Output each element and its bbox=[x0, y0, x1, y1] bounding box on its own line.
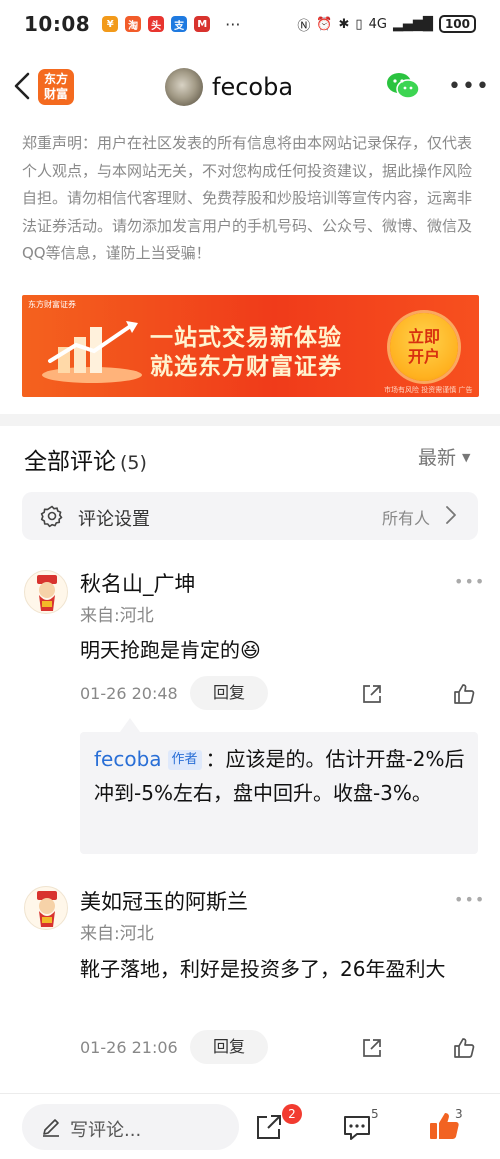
fortune-god-avatar-icon bbox=[37, 575, 57, 611]
like-icon[interactable] bbox=[452, 1036, 476, 1060]
app-notification-icon: 淘 bbox=[125, 16, 142, 32]
sort-dropdown[interactable]: 最新 ▼ bbox=[418, 443, 470, 470]
open-account-button[interactable]: 立即 开户 bbox=[390, 313, 458, 381]
banner-brand: 东方财富证券 bbox=[28, 300, 76, 309]
banner-risk-note: 市场有风险 投资需谨慎 广告 bbox=[384, 386, 473, 394]
bottom-action-bar: 写评论... 2 5 3 bbox=[0, 1093, 500, 1159]
logo-text-bottom: 财富 bbox=[43, 87, 68, 101]
like-count: 3 bbox=[455, 1107, 463, 1121]
reply-button[interactable]: 回复 bbox=[190, 1030, 268, 1064]
share-count-badge: 2 bbox=[282, 1104, 302, 1124]
commenter-avatar[interactable] bbox=[24, 570, 68, 614]
banner-subheadline: 就选东方财富证券 bbox=[150, 354, 342, 380]
signal-icon: ▂▄▆█ bbox=[392, 16, 433, 32]
pen-icon bbox=[43, 1119, 59, 1137]
commenter-avatar[interactable] bbox=[24, 886, 68, 930]
reply-button[interactable]: 回复 bbox=[190, 676, 268, 710]
network-type: 4G bbox=[368, 16, 387, 32]
more-options-icon[interactable]: ••• bbox=[448, 74, 490, 99]
status-bar: 10:08 ¥ 淘 头 支 M ··· Ⓝ ⏰ ✱ ▯ 4G ▂▄▆█ 100 bbox=[0, 0, 500, 48]
reply-content: fecoba 作者 ：应该是的。估计开盘-2%后冲到-5%左右，盘中回升。收盘-3%… bbox=[94, 742, 466, 810]
comment-settings-label: 评论设置 bbox=[78, 509, 150, 530]
like-icon[interactable] bbox=[452, 682, 476, 706]
app-notification-icon: 支 bbox=[171, 16, 188, 32]
cta-text-bottom: 开户 bbox=[407, 347, 440, 366]
comment-time: 01-26 20:48 bbox=[80, 684, 178, 703]
app-notification-icon: ¥ bbox=[102, 16, 119, 32]
author-reply[interactable]: fecoba 作者 ：应该是的。估计开盘-2%后冲到-5%左右，盘中回升。收盘-3%… bbox=[80, 732, 478, 854]
reply-author-name[interactable]: fecoba bbox=[94, 747, 162, 771]
vibrate-icon: ▯ bbox=[355, 16, 363, 32]
logo-text-top: 东方 bbox=[43, 72, 68, 86]
back-arrow-icon[interactable] bbox=[10, 68, 36, 104]
author-name[interactable]: fecoba bbox=[212, 73, 293, 101]
commenter-name[interactable]: 美如冠玉的阿斯兰 bbox=[80, 886, 248, 916]
comment-text: 明天抢跑是肯定的😆 bbox=[80, 638, 261, 662]
sort-label: 最新 bbox=[418, 447, 457, 469]
write-comment-input[interactable]: 写评论... bbox=[22, 1104, 239, 1150]
comments-count: (5) bbox=[120, 452, 147, 474]
write-comment-placeholder: 写评论... bbox=[70, 1120, 142, 1141]
chevron-right-icon bbox=[446, 506, 456, 524]
cta-text-top: 立即 bbox=[407, 327, 440, 346]
author-avatar[interactable] bbox=[165, 68, 203, 106]
top-nav-bar: 东方 财富 fecoba ••• bbox=[0, 56, 500, 120]
eastmoney-logo[interactable]: 东方 财富 bbox=[38, 69, 74, 105]
section-divider bbox=[0, 414, 500, 426]
comment-text: 靴子落地，利好是投资多了，26年盈利大 bbox=[80, 957, 446, 981]
status-indicators: Ⓝ ⏰ ✱ ▯ 4G ▂▄▆█ 100 bbox=[297, 15, 476, 34]
reply-notch bbox=[120, 718, 140, 732]
app-notification-icon: M bbox=[194, 16, 211, 32]
author-badge: 作者 bbox=[167, 750, 202, 770]
notification-icons: ¥ 淘 头 支 M ··· bbox=[102, 15, 240, 34]
ad-banner[interactable]: 东方财富证券 一站式交易新体验 就选东方财富证券 立即 开户 市场有风险 投资需… bbox=[22, 295, 479, 397]
nfc-icon: Ⓝ bbox=[297, 18, 311, 34]
commenter-location: 来自:河北 bbox=[80, 924, 154, 944]
comment-more-icon[interactable]: ••• bbox=[454, 890, 485, 909]
more-notifications-icon: ··· bbox=[225, 14, 241, 34]
caret-down-icon: ▼ bbox=[462, 451, 471, 464]
comment-count: 5 bbox=[371, 1107, 379, 1121]
gear-icon bbox=[40, 505, 63, 528]
fortune-god-avatar-icon bbox=[37, 891, 57, 927]
share-icon[interactable] bbox=[360, 682, 384, 706]
disclaimer-text: 郑重声明：用户在社区发表的所有信息将由本网站记录保存，仅代表个人观点，与本网站无… bbox=[22, 134, 473, 262]
share-icon[interactable] bbox=[254, 1112, 284, 1142]
comment-settings-row[interactable]: 评论设置 所有人 bbox=[22, 492, 478, 540]
commenter-name[interactable]: 秋名山_广坤 bbox=[80, 568, 196, 598]
share-icon[interactable] bbox=[360, 1036, 384, 1060]
alarm-icon: ⏰ bbox=[316, 16, 333, 32]
comment-settings-value: 所有人 bbox=[381, 509, 430, 528]
comments-heading: 全部评论 (5) bbox=[24, 442, 147, 476]
commenter-location: 来自:河北 bbox=[80, 606, 154, 626]
comments-title: 全部评论 bbox=[24, 449, 116, 475]
bluetooth-icon: ✱ bbox=[338, 16, 350, 32]
comment-icon[interactable] bbox=[342, 1114, 372, 1142]
status-time: 10:08 bbox=[24, 12, 91, 36]
comment-time: 01-26 21:06 bbox=[80, 1038, 178, 1057]
comment-more-icon[interactable]: ••• bbox=[454, 572, 485, 591]
app-notification-icon: 头 bbox=[148, 16, 165, 32]
chart-graphic-icon bbox=[42, 321, 142, 383]
battery-level: 100 bbox=[438, 15, 476, 33]
wechat-share-icon[interactable] bbox=[386, 72, 420, 100]
